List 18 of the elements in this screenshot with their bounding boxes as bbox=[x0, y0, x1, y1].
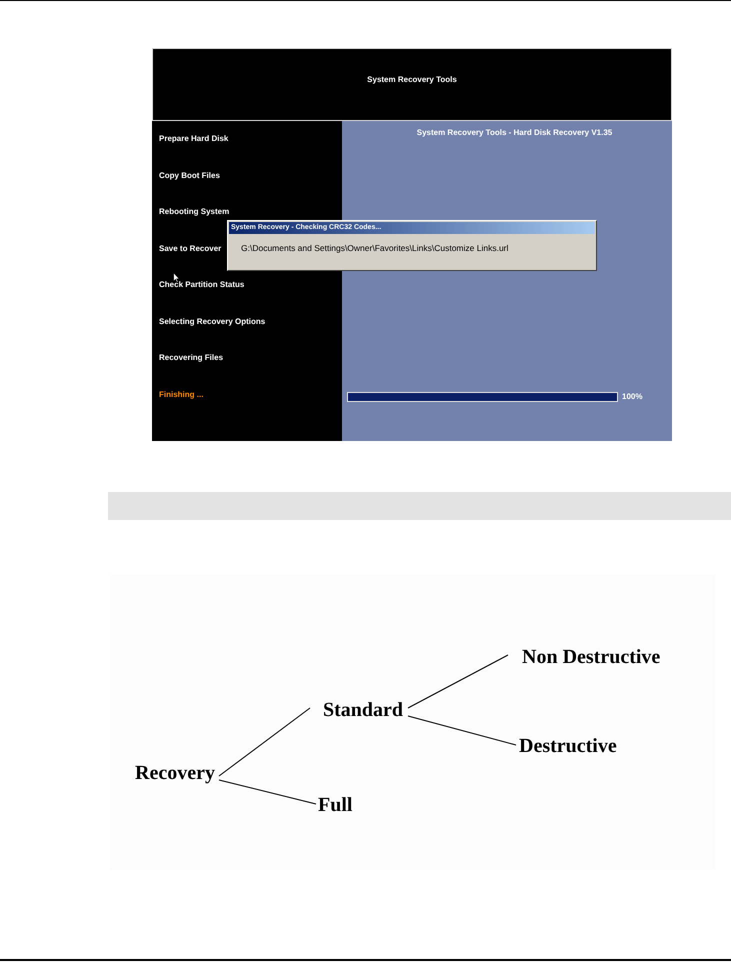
node-label: Destructive bbox=[519, 735, 617, 757]
step-label: Selecting Recovery Options bbox=[159, 316, 266, 328]
panel-title: System Recovery Tools - Hard Disk Recovery V1.35 bbox=[416, 127, 612, 139]
step-label: Rebooting System bbox=[159, 206, 230, 218]
step-label: Recovering Files bbox=[159, 352, 224, 364]
mouse-pointer-icon bbox=[173, 272, 180, 283]
app-title: System Recovery Tools bbox=[367, 74, 457, 86]
file-path-text: G:\Documents and Settings\Owner\Favorites\Links\Customize Links.url bbox=[241, 243, 508, 254]
node-label: Non Destructive bbox=[522, 646, 660, 668]
step-label: Prepare Hard Disk bbox=[159, 133, 228, 145]
step-label: Save to Recover bbox=[159, 242, 222, 254]
step-label: Finishing ... bbox=[159, 388, 204, 400]
node-label: Full bbox=[318, 794, 352, 816]
progress-percent: 100% bbox=[622, 392, 642, 402]
node-label: Recovery bbox=[135, 762, 215, 784]
step-label: Check Partition Status bbox=[159, 279, 244, 291]
node-label: Standard bbox=[323, 699, 404, 721]
step-label: Copy Boot Files bbox=[159, 170, 220, 182]
